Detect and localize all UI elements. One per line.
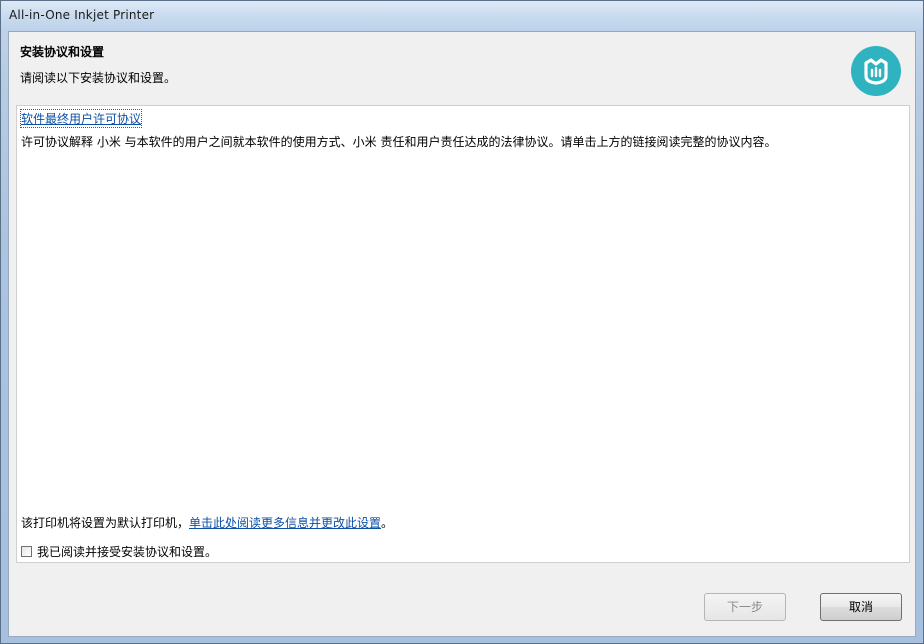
default-printer-notice: 该打印机将设置为默认打印机，单击此处阅读更多信息并更改此设置。 — [21, 514, 393, 531]
cancel-button[interactable]: 取消 — [820, 593, 902, 621]
page-subtitle: 请阅读以下安装协议和设置。 — [20, 71, 177, 85]
default-printer-suffix: 。 — [381, 516, 394, 530]
next-button[interactable]: 下一步 — [704, 593, 786, 621]
installer-window: All-in-One Inkjet Printer 安装协议和设置 请阅读以下安… — [0, 0, 924, 644]
agreement-description: 许可协议解释 小米 与本软件的用户之间就本软件的使用方式、小米 责任和用户责任达… — [21, 135, 777, 149]
accept-checkbox[interactable] — [21, 546, 32, 557]
change-default-printer-link[interactable]: 单击此处阅读更多信息并更改此设置 — [189, 516, 381, 530]
dialog-body: 安装协议和设置 请阅读以下安装协议和设置。 软件最终用户许可协议 许可协议解释 … — [8, 31, 916, 637]
window-title: All-in-One Inkjet Printer — [9, 8, 155, 22]
page-title: 安装协议和设置 — [20, 45, 105, 59]
eula-link[interactable]: 软件最终用户许可协议 — [19, 109, 143, 128]
default-printer-text: 该打印机将设置为默认打印机， — [21, 516, 190, 530]
mi-home-logo-icon — [851, 46, 901, 96]
agreement-panel: 软件最终用户许可协议 许可协议解释 小米 与本软件的用户之间就本软件的使用方式、… — [16, 105, 910, 563]
title-bar[interactable]: All-in-One Inkjet Printer — [1, 1, 923, 31]
accept-agreement-row[interactable]: 我已阅读并接受安装协议和设置。 — [21, 543, 217, 560]
accept-label[interactable]: 我已阅读并接受安装协议和设置。 — [37, 543, 217, 560]
dialog-header: 安装协议和设置 请阅读以下安装协议和设置。 — [9, 32, 915, 104]
